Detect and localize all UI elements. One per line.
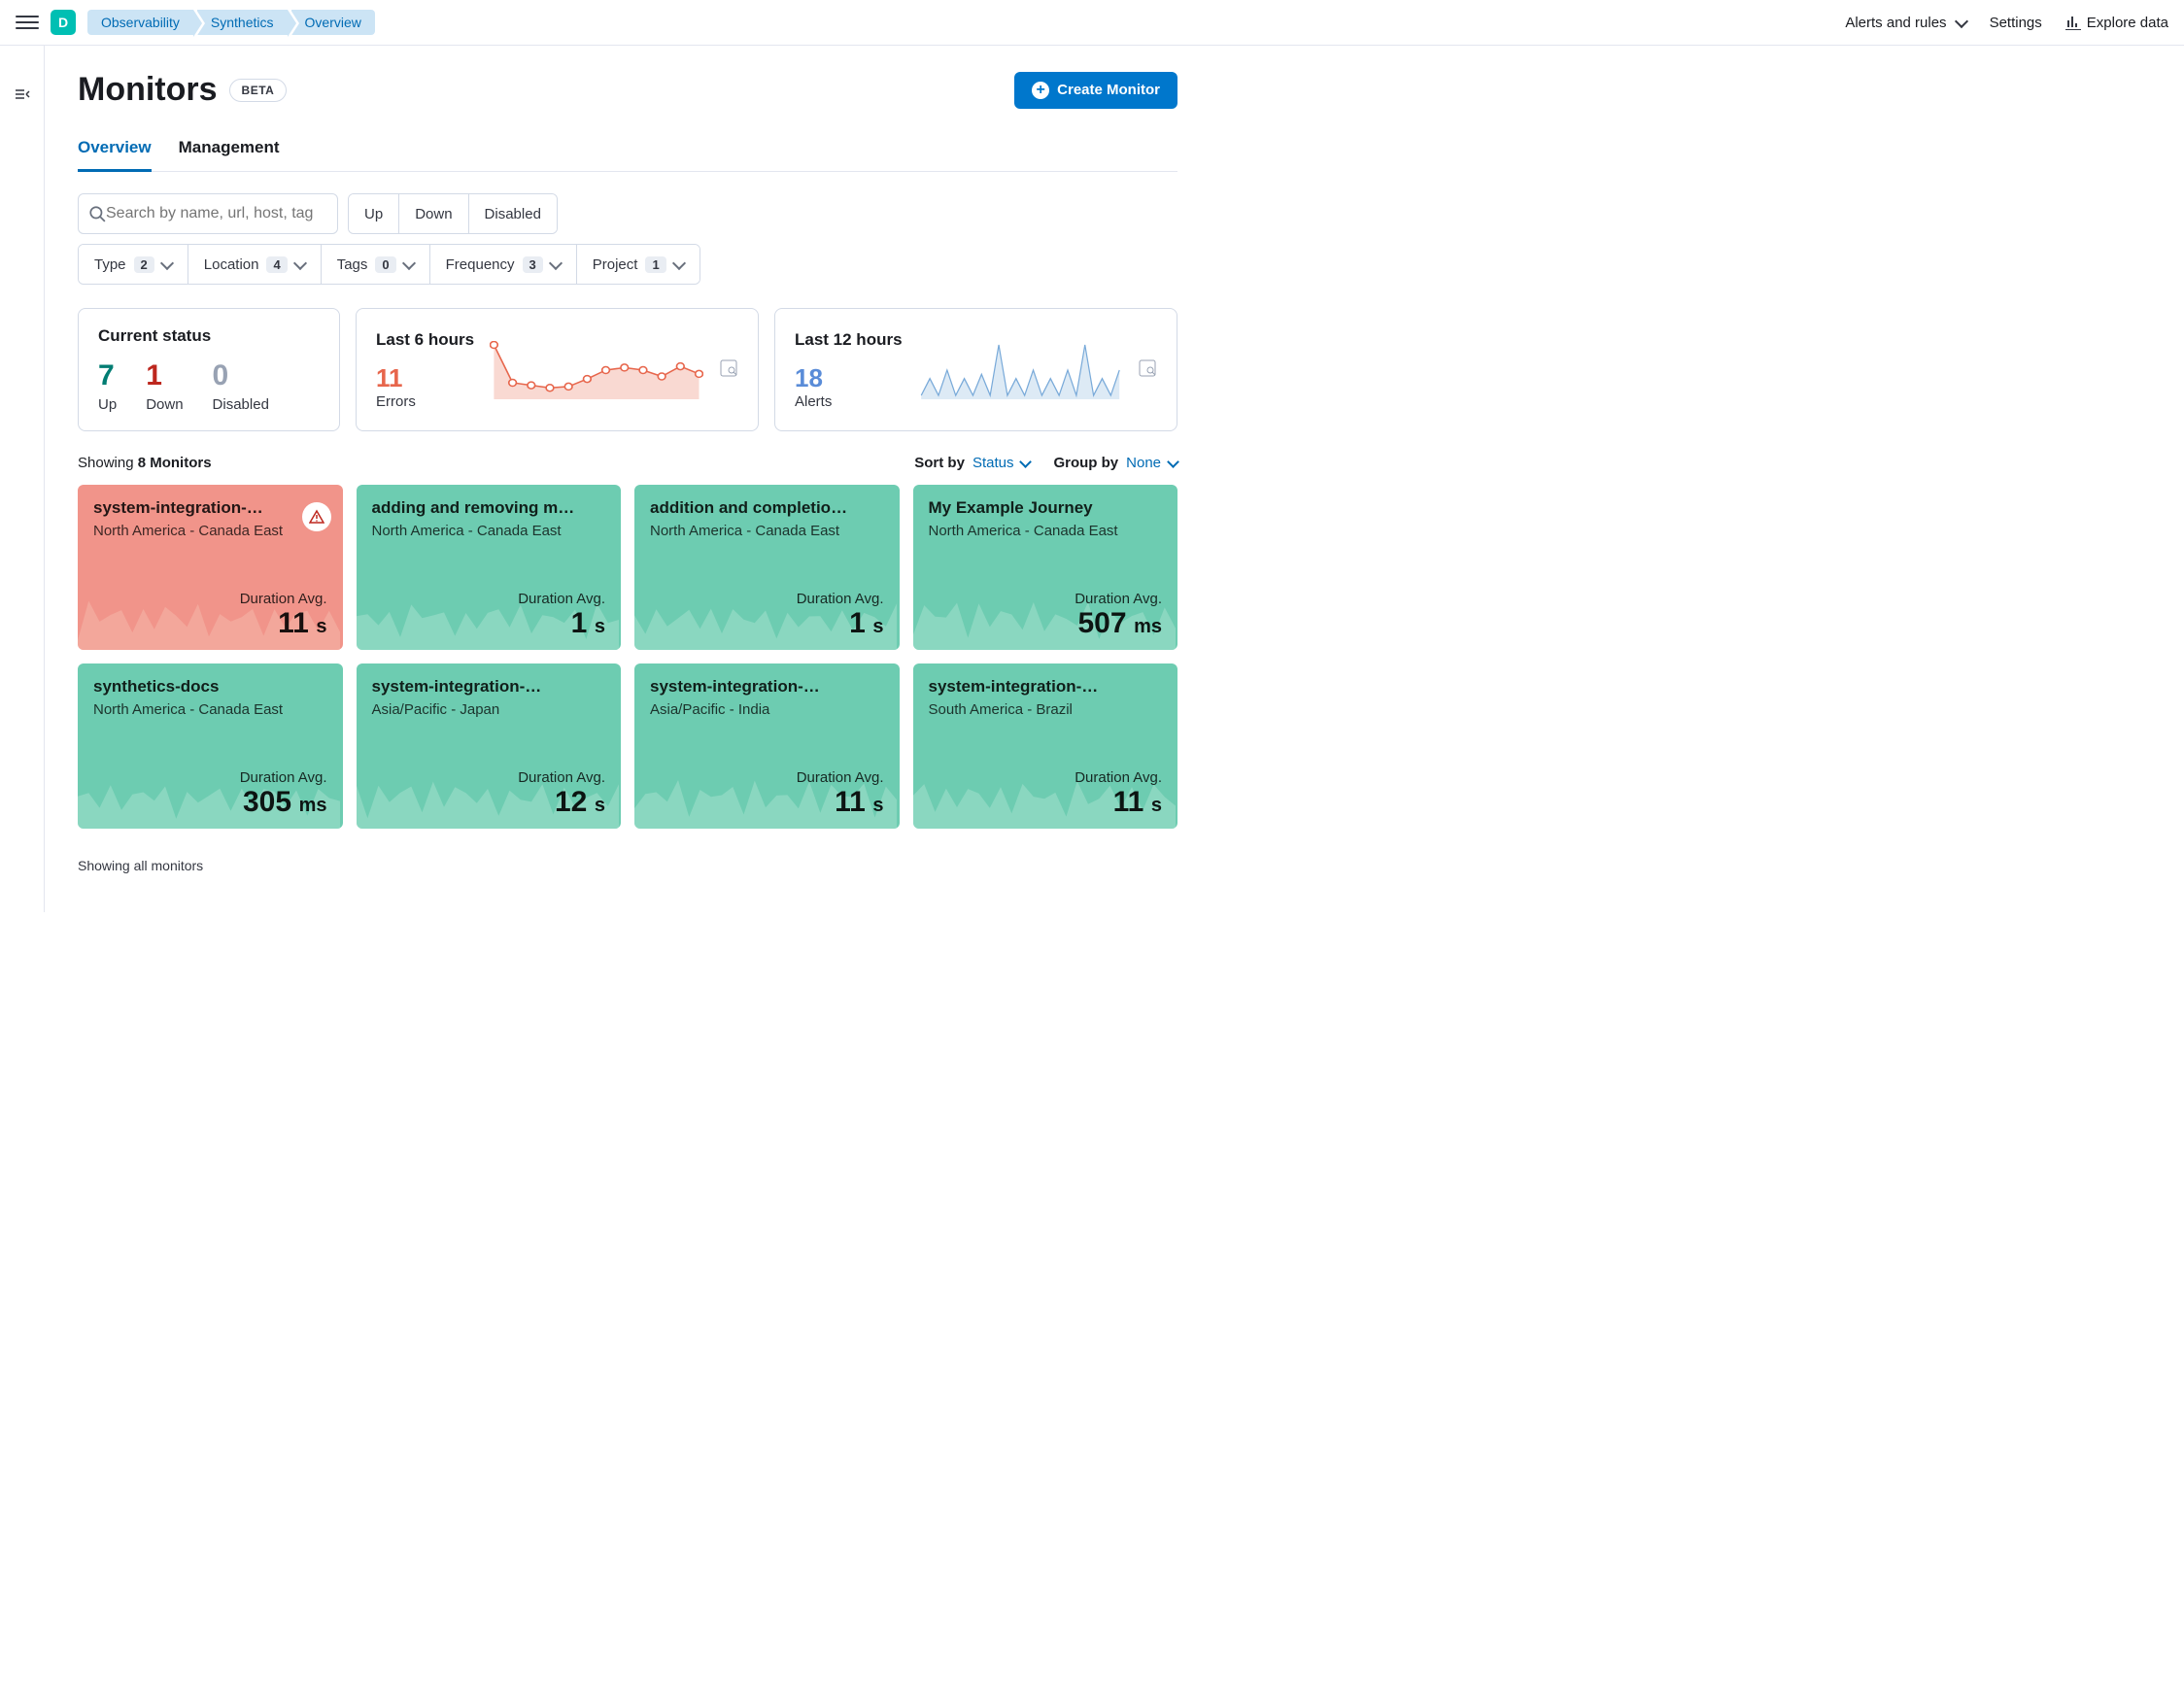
monitor-card[interactable]: synthetics-docs North America - Canada E… bbox=[78, 663, 343, 829]
duration-value: 11 s bbox=[93, 607, 327, 640]
settings-link[interactable]: Settings bbox=[1990, 15, 2042, 31]
crumb-synthetics[interactable]: Synthetics bbox=[197, 10, 288, 35]
expand-sidebar-icon[interactable] bbox=[13, 85, 32, 104]
duration-label: Duration Avg. bbox=[93, 769, 327, 786]
duration-value: 12 s bbox=[372, 786, 606, 819]
down-count: 1 bbox=[146, 359, 183, 392]
duration-label: Duration Avg. bbox=[372, 591, 606, 607]
menu-icon[interactable] bbox=[16, 11, 39, 34]
card-title: system-integration-… bbox=[372, 677, 606, 697]
sort-by-control[interactable]: Sort by Status bbox=[914, 455, 1030, 471]
monitor-cards-grid: system-integration-… North America - Can… bbox=[78, 485, 1177, 829]
alerts-sparkline bbox=[918, 341, 1122, 399]
card-title: system-integration-… bbox=[929, 677, 1163, 697]
duration-label: Duration Avg. bbox=[929, 591, 1163, 607]
duration-value: 1 s bbox=[650, 607, 884, 640]
search-icon bbox=[88, 205, 106, 222]
showing-text: Showing 8 Monitors bbox=[78, 455, 212, 471]
card-location: North America - Canada East bbox=[929, 522, 1163, 541]
facet-location[interactable]: Location4 bbox=[188, 245, 322, 284]
filter-up[interactable]: Up bbox=[349, 194, 399, 233]
card-title: addition and completion of single task bbox=[650, 498, 884, 518]
card-title: adding and removing multiple tasks bbox=[372, 498, 606, 518]
errors-sparkline bbox=[490, 341, 703, 399]
card-location: South America - Brazil bbox=[929, 700, 1163, 720]
facet-type[interactable]: Type2 bbox=[79, 245, 188, 284]
status-title: Current status bbox=[98, 326, 320, 346]
monitor-card[interactable]: adding and removing multiple tasks North… bbox=[357, 485, 622, 650]
facet-project[interactable]: Project1 bbox=[577, 245, 700, 284]
errors-title: Last 6 hours bbox=[376, 330, 474, 350]
breadcrumb: Observability Synthetics Overview bbox=[87, 10, 375, 35]
status-filter-group: Up Down Disabled bbox=[348, 193, 558, 234]
card-location: North America - Canada East bbox=[93, 700, 327, 720]
alerts-title: Last 12 hours bbox=[795, 330, 903, 350]
beta-badge: BETA bbox=[229, 79, 288, 102]
search-box[interactable] bbox=[78, 193, 338, 234]
duration-value: 11 s bbox=[929, 786, 1163, 819]
monitor-card[interactable]: system-integration-… South America - Bra… bbox=[913, 663, 1178, 829]
up-count: 7 bbox=[98, 359, 117, 392]
monitor-card[interactable]: system-integration-… Asia/Pacific - Indi… bbox=[634, 663, 900, 829]
duration-label: Duration Avg. bbox=[372, 769, 606, 786]
disabled-count: 0 bbox=[213, 359, 269, 392]
card-location: Asia/Pacific - Japan bbox=[372, 700, 606, 720]
warning-icon bbox=[302, 502, 331, 531]
explore-data-link[interactable]: Explore data bbox=[2065, 15, 2168, 31]
search-input[interactable] bbox=[106, 205, 327, 222]
monitor-card[interactable]: My Example Journey North America - Canad… bbox=[913, 485, 1178, 650]
duration-value: 11 s bbox=[650, 786, 884, 819]
duration-label: Duration Avg. bbox=[93, 591, 327, 607]
create-monitor-button[interactable]: + Create Monitor bbox=[1014, 72, 1177, 109]
duration-value: 1 s bbox=[372, 607, 606, 640]
tab-overview[interactable]: Overview bbox=[78, 134, 152, 172]
card-title: synthetics-docs bbox=[93, 677, 327, 697]
bar-chart-icon bbox=[2065, 15, 2081, 30]
page-title: Monitors bbox=[78, 71, 218, 109]
expand-alerts-icon[interactable] bbox=[1138, 358, 1157, 381]
sidebar-collapsed bbox=[0, 46, 45, 912]
footer-text: Showing all monitors bbox=[78, 858, 1177, 873]
monitor-card[interactable]: system-integration-… Asia/Pacific - Japa… bbox=[357, 663, 622, 829]
alerts-panel: Last 12 hours 18 Alerts bbox=[774, 308, 1177, 431]
monitor-card[interactable]: addition and completion of single task N… bbox=[634, 485, 900, 650]
filter-disabled[interactable]: Disabled bbox=[469, 194, 557, 233]
errors-panel: Last 6 hours 11 Errors bbox=[356, 308, 759, 431]
card-location: Asia/Pacific - India bbox=[650, 700, 884, 720]
alerts-and-rules-menu[interactable]: Alerts and rules bbox=[1845, 15, 1965, 31]
topbar: D Observability Synthetics Overview Aler… bbox=[0, 0, 2184, 46]
monitor-card[interactable]: system-integration-… North America - Can… bbox=[78, 485, 343, 650]
crumb-observability[interactable]: Observability bbox=[87, 10, 193, 35]
duration-label: Duration Avg. bbox=[650, 591, 884, 607]
facet-frequency[interactable]: Frequency3 bbox=[430, 245, 577, 284]
facets: Type2Location4Tags0Frequency3Project1 bbox=[78, 244, 700, 285]
duration-value: 507 ms bbox=[929, 607, 1163, 640]
plus-circle-icon: + bbox=[1032, 82, 1049, 99]
errors-count: 11 bbox=[376, 363, 474, 393]
facet-tags[interactable]: Tags0 bbox=[322, 245, 430, 284]
card-title: system-integration-… bbox=[650, 677, 884, 697]
duration-label: Duration Avg. bbox=[929, 769, 1163, 786]
card-title: My Example Journey bbox=[929, 498, 1163, 518]
card-title: system-integration-… bbox=[93, 498, 327, 518]
alerts-count: 18 bbox=[795, 363, 903, 393]
filter-down[interactable]: Down bbox=[399, 194, 468, 233]
tabs: Overview Management bbox=[78, 134, 1177, 172]
group-by-control[interactable]: Group by None bbox=[1053, 455, 1177, 471]
expand-errors-icon[interactable] bbox=[719, 358, 738, 381]
app-badge[interactable]: D bbox=[51, 10, 76, 35]
duration-value: 305 ms bbox=[93, 786, 327, 819]
current-status-panel: Current status 7Up 1Down 0Disabled bbox=[78, 308, 340, 431]
card-location: North America - Canada East bbox=[372, 522, 606, 541]
card-location: North America - Canada East bbox=[650, 522, 884, 541]
tab-management[interactable]: Management bbox=[179, 134, 280, 171]
duration-label: Duration Avg. bbox=[650, 769, 884, 786]
crumb-overview[interactable]: Overview bbox=[291, 10, 375, 35]
card-location: North America - Canada East bbox=[93, 522, 327, 541]
